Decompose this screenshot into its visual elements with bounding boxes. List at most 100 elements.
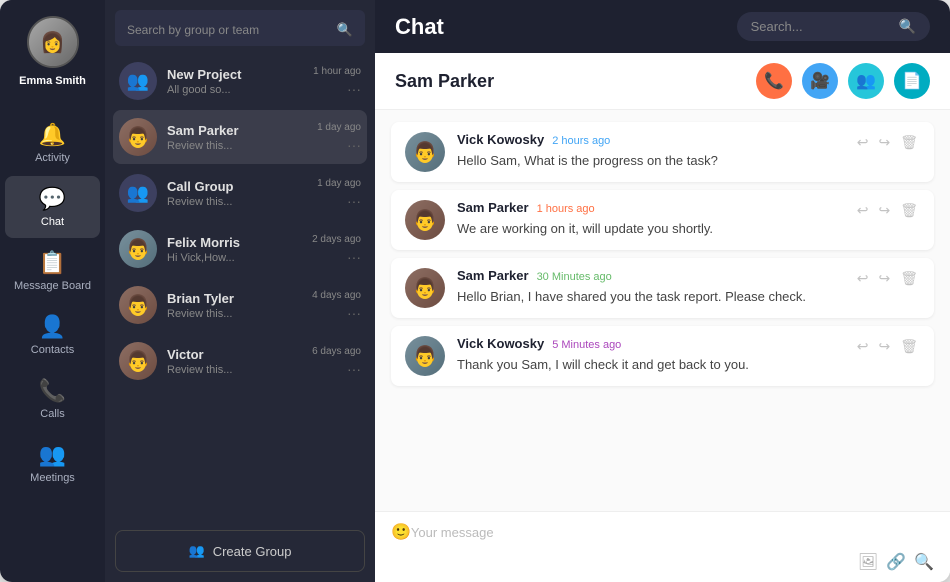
- list-item[interactable]: 👨 Sam Parker Review this... 1 day ago ··…: [113, 110, 367, 164]
- reply-button[interactable]: ↩: [855, 336, 871, 357]
- list-item[interactable]: 👥 New Project All good so... 1 hour ago …: [113, 54, 367, 108]
- more-icon[interactable]: ···: [347, 249, 361, 265]
- avatar: 👩: [27, 16, 79, 68]
- more-icon[interactable]: ···: [347, 361, 361, 377]
- messages-area: 👨 Vick Kowosky 2 hours ago Hello Sam, Wh…: [375, 110, 950, 511]
- chat-time: 2 days ago: [312, 234, 361, 245]
- list-item[interactable]: 👨 Brian Tyler Review this... 4 days ago …: [113, 278, 367, 332]
- search-input[interactable]: [127, 23, 337, 37]
- forward-button[interactable]: ↪: [876, 132, 892, 153]
- search-icon: 🔍: [899, 18, 916, 35]
- chat-meta: 6 days ago ···: [312, 346, 361, 377]
- chat-info: Victor Review this...: [167, 347, 302, 376]
- chat-info: Sam Parker Review this...: [167, 123, 307, 152]
- messageboard-icon: 📋: [39, 250, 66, 276]
- chat-preview: All good so...: [167, 84, 303, 96]
- avatar: 👥: [119, 62, 157, 100]
- more-icon[interactable]: ···: [347, 137, 361, 153]
- chat-preview: Review this...: [167, 140, 307, 152]
- chat-info: Felix Morris Hi Vick,How...: [167, 235, 302, 264]
- message-text: Hello Sam, What is the progress on the t…: [457, 151, 843, 171]
- more-icon[interactable]: ···: [347, 305, 361, 321]
- chat-header: Sam Parker 📞 🎥 👥 📄: [375, 53, 950, 110]
- search-icon: 🔍: [337, 22, 353, 38]
- reply-button[interactable]: ↩: [855, 268, 871, 289]
- delete-button[interactable]: 🗑: [898, 132, 920, 153]
- list-item[interactable]: 👨 Victor Review this... 6 days ago ···: [113, 334, 367, 388]
- input-toolbar: 🖼 🔗 🔍: [391, 548, 934, 572]
- main-chat: Chat 🔍 Sam Parker 📞 🎥 👥 📄 👨: [375, 0, 950, 582]
- chat-time: 1 hour ago: [313, 66, 361, 77]
- image-attach-button[interactable]: 🖼: [858, 552, 878, 572]
- message-header: Sam Parker 1 hours ago: [457, 200, 843, 215]
- message-actions: ↩ ↪ 🗑: [855, 268, 920, 289]
- document-button[interactable]: 📄: [894, 63, 930, 99]
- list-item[interactable]: 👨 Felix Morris Hi Vick,How... 2 days ago…: [113, 222, 367, 276]
- chat-name: Victor: [167, 347, 302, 362]
- message-time: 2 hours ago: [552, 135, 610, 147]
- chat-time: 1 day ago: [317, 178, 361, 189]
- message-card: 👨 Sam Parker 1 hours ago We are working …: [391, 190, 934, 250]
- message-sender: Sam Parker: [457, 268, 529, 283]
- more-icon[interactable]: ···: [347, 193, 361, 209]
- reply-button[interactable]: ↩: [855, 132, 871, 153]
- message-input[interactable]: [411, 525, 934, 540]
- chat-meta: 1 day ago ···: [317, 178, 361, 209]
- chat-name: Brian Tyler: [167, 291, 302, 306]
- input-row: 🙂: [391, 522, 934, 542]
- message-actions: ↩ ↪ 🗑: [855, 200, 920, 221]
- avatar: 👨: [405, 200, 445, 240]
- emoji-button[interactable]: 🙂: [391, 522, 411, 542]
- list-item[interactable]: 👥 Call Group Review this... 1 day ago ··…: [113, 166, 367, 220]
- sidebar-item-activity[interactable]: 🔔 Activity: [5, 112, 100, 174]
- message-card: 👨 Vick Kowosky 5 Minutes ago Thank you S…: [391, 326, 934, 386]
- message-input-area: 🙂 🖼 🔗 🔍: [375, 511, 950, 582]
- forward-button[interactable]: ↪: [876, 200, 892, 221]
- reply-button[interactable]: ↩: [855, 200, 871, 221]
- chat-meta: 1 day ago ···: [317, 122, 361, 153]
- chat-name: Felix Morris: [167, 235, 302, 250]
- link-button[interactable]: 🔗: [886, 552, 906, 572]
- create-group-label: Create Group: [213, 544, 292, 559]
- chat-name: Call Group: [167, 179, 307, 194]
- message-header: Sam Parker 30 Minutes ago: [457, 268, 843, 283]
- search-bar[interactable]: 🔍: [115, 10, 365, 46]
- chat-time: 4 days ago: [312, 290, 361, 301]
- main-search-input[interactable]: [751, 19, 891, 34]
- activity-icon: 🔔: [39, 122, 66, 148]
- sidebar-item-contacts[interactable]: 👤 Contacts: [5, 304, 100, 366]
- message-text: We are working on it, will update you sh…: [457, 219, 843, 239]
- chat-name: Sam Parker: [167, 123, 307, 138]
- sidebar-item-meetings[interactable]: 👥 Meetings: [5, 432, 100, 494]
- chat-info: New Project All good so...: [167, 67, 303, 96]
- call-button[interactable]: 📞: [756, 63, 792, 99]
- sidebar-item-label: Contacts: [31, 344, 74, 356]
- sidebar-item-messageboard[interactable]: 📋 Message Board: [5, 240, 100, 302]
- delete-button[interactable]: 🗑: [898, 336, 920, 357]
- sidebar-item-label: Message Board: [14, 280, 91, 292]
- more-icon[interactable]: ···: [347, 81, 361, 97]
- forward-button[interactable]: ↪: [876, 268, 892, 289]
- search-message-button[interactable]: 🔍: [914, 552, 934, 572]
- avatar: 👨: [405, 268, 445, 308]
- sidebar-item-calls[interactable]: 📞 Calls: [5, 368, 100, 430]
- message-actions: ↩ ↪ 🗑: [855, 336, 920, 357]
- message-time: 30 Minutes ago: [537, 271, 612, 283]
- search-container[interactable]: 🔍: [737, 12, 930, 41]
- avatar: 👨: [405, 336, 445, 376]
- message-content: Vick Kowosky 5 Minutes ago Thank you Sam…: [457, 336, 843, 375]
- video-button[interactable]: 🎥: [802, 63, 838, 99]
- delete-button[interactable]: 🗑: [898, 200, 920, 221]
- sidebar-item-chat[interactable]: 💬 Chat: [5, 176, 100, 238]
- avatar: 👥: [119, 174, 157, 212]
- meetings-icon: 👥: [39, 442, 66, 468]
- avatar: 👨: [119, 118, 157, 156]
- chat-info: Call Group Review this...: [167, 179, 307, 208]
- message-content: Vick Kowosky 2 hours ago Hello Sam, What…: [457, 132, 843, 171]
- group-button[interactable]: 👥: [848, 63, 884, 99]
- forward-button[interactable]: ↪: [876, 336, 892, 357]
- create-group-button[interactable]: 👥 Create Group: [115, 530, 365, 572]
- message-sender: Vick Kowosky: [457, 132, 544, 147]
- delete-button[interactable]: 🗑: [898, 268, 920, 289]
- message-header: Vick Kowosky 2 hours ago: [457, 132, 843, 147]
